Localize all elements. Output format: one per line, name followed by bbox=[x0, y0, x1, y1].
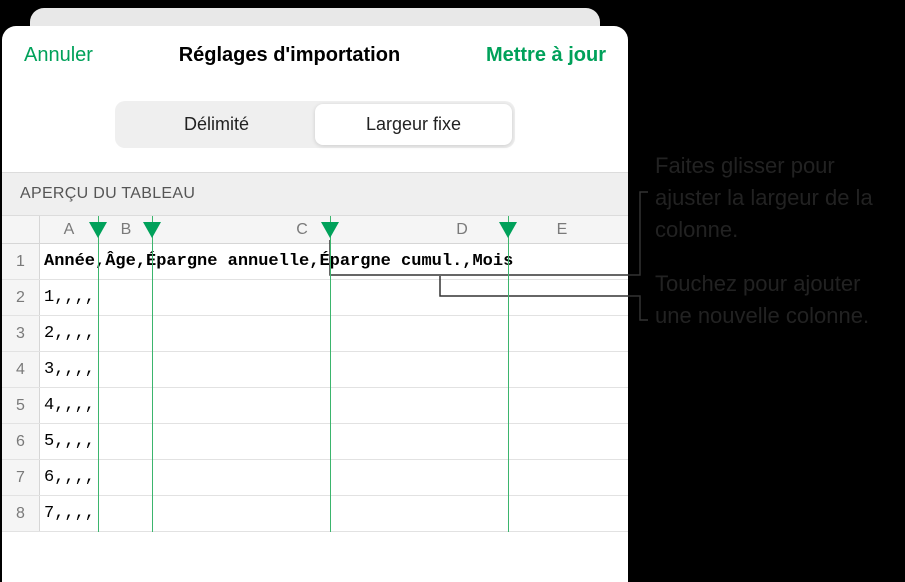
column-separator[interactable] bbox=[152, 216, 153, 532]
row-header[interactable]: 4 bbox=[2, 352, 40, 387]
annotation-tap: Touchez pour ajouter une nouvelle colonn… bbox=[655, 268, 895, 332]
row-header[interactable]: 5 bbox=[2, 388, 40, 423]
table-row: 32,,,, bbox=[2, 316, 628, 352]
column-separator[interactable] bbox=[330, 216, 331, 532]
row-header[interactable]: 2 bbox=[2, 280, 40, 315]
import-settings-sheet: Annuler Réglages d'importation Mettre à … bbox=[2, 26, 628, 582]
table-row: 65,,,, bbox=[2, 424, 628, 460]
cell-content[interactable]: 1,,,, bbox=[40, 280, 628, 315]
cancel-button[interactable]: Annuler bbox=[24, 44, 93, 67]
column-separator[interactable] bbox=[98, 216, 99, 532]
data-rows: 1Année,Âge,Épargne annuelle,Épargne cumu… bbox=[2, 244, 628, 532]
column-handle-icon[interactable] bbox=[321, 222, 339, 238]
cell-content[interactable]: Année,Âge,Épargne annuelle,Épargne cumul… bbox=[40, 244, 628, 279]
row-header[interactable]: 6 bbox=[2, 424, 40, 459]
table-preview: ABCDE 1Année,Âge,Épargne annuelle,Épargn… bbox=[2, 216, 628, 532]
column-handle-icon[interactable] bbox=[499, 222, 517, 238]
cell-content[interactable]: 7,,,, bbox=[40, 496, 628, 531]
row-header[interactable]: 7 bbox=[2, 460, 40, 495]
update-button[interactable]: Mettre à jour bbox=[486, 44, 606, 67]
cell-content[interactable]: 6,,,, bbox=[40, 460, 628, 495]
annotation-drag: Faites glisser pour ajuster la largeur d… bbox=[655, 150, 895, 246]
table-row: 1Année,Âge,Épargne annuelle,Épargne cumu… bbox=[2, 244, 628, 280]
corner-cell bbox=[2, 216, 40, 244]
table-row: 54,,,, bbox=[2, 388, 628, 424]
column-handle-icon[interactable] bbox=[143, 222, 161, 238]
row-header[interactable]: 1 bbox=[2, 244, 40, 279]
column-separator[interactable] bbox=[508, 216, 509, 532]
segment-delimited[interactable]: Délimité bbox=[118, 104, 315, 145]
column-label-e[interactable]: E bbox=[532, 216, 592, 243]
row-header[interactable]: 8 bbox=[2, 496, 40, 531]
cell-content[interactable]: 2,,,, bbox=[40, 316, 628, 351]
page-title: Réglages d'importation bbox=[179, 44, 400, 67]
cell-content[interactable]: 4,,,, bbox=[40, 388, 628, 423]
section-header-preview: APERÇU DU TABLEAU bbox=[2, 172, 628, 216]
table-row: 87,,,, bbox=[2, 496, 628, 532]
segment-fixed-width[interactable]: Largeur fixe bbox=[315, 104, 512, 145]
table-row: 21,,,, bbox=[2, 280, 628, 316]
table-row: 76,,,, bbox=[2, 460, 628, 496]
cell-content[interactable]: 3,,,, bbox=[40, 352, 628, 387]
table-row: 43,,,, bbox=[2, 352, 628, 388]
column-label-c[interactable]: C bbox=[212, 216, 392, 243]
annotations: Faites glisser pour ajuster la largeur d… bbox=[655, 150, 895, 353]
cell-content[interactable]: 5,,,, bbox=[40, 424, 628, 459]
row-header[interactable]: 3 bbox=[2, 316, 40, 351]
column-handle-icon[interactable] bbox=[89, 222, 107, 238]
nav-bar: Annuler Réglages d'importation Mettre à … bbox=[2, 26, 628, 85]
segmented-control: Délimité Largeur fixe bbox=[115, 101, 515, 148]
